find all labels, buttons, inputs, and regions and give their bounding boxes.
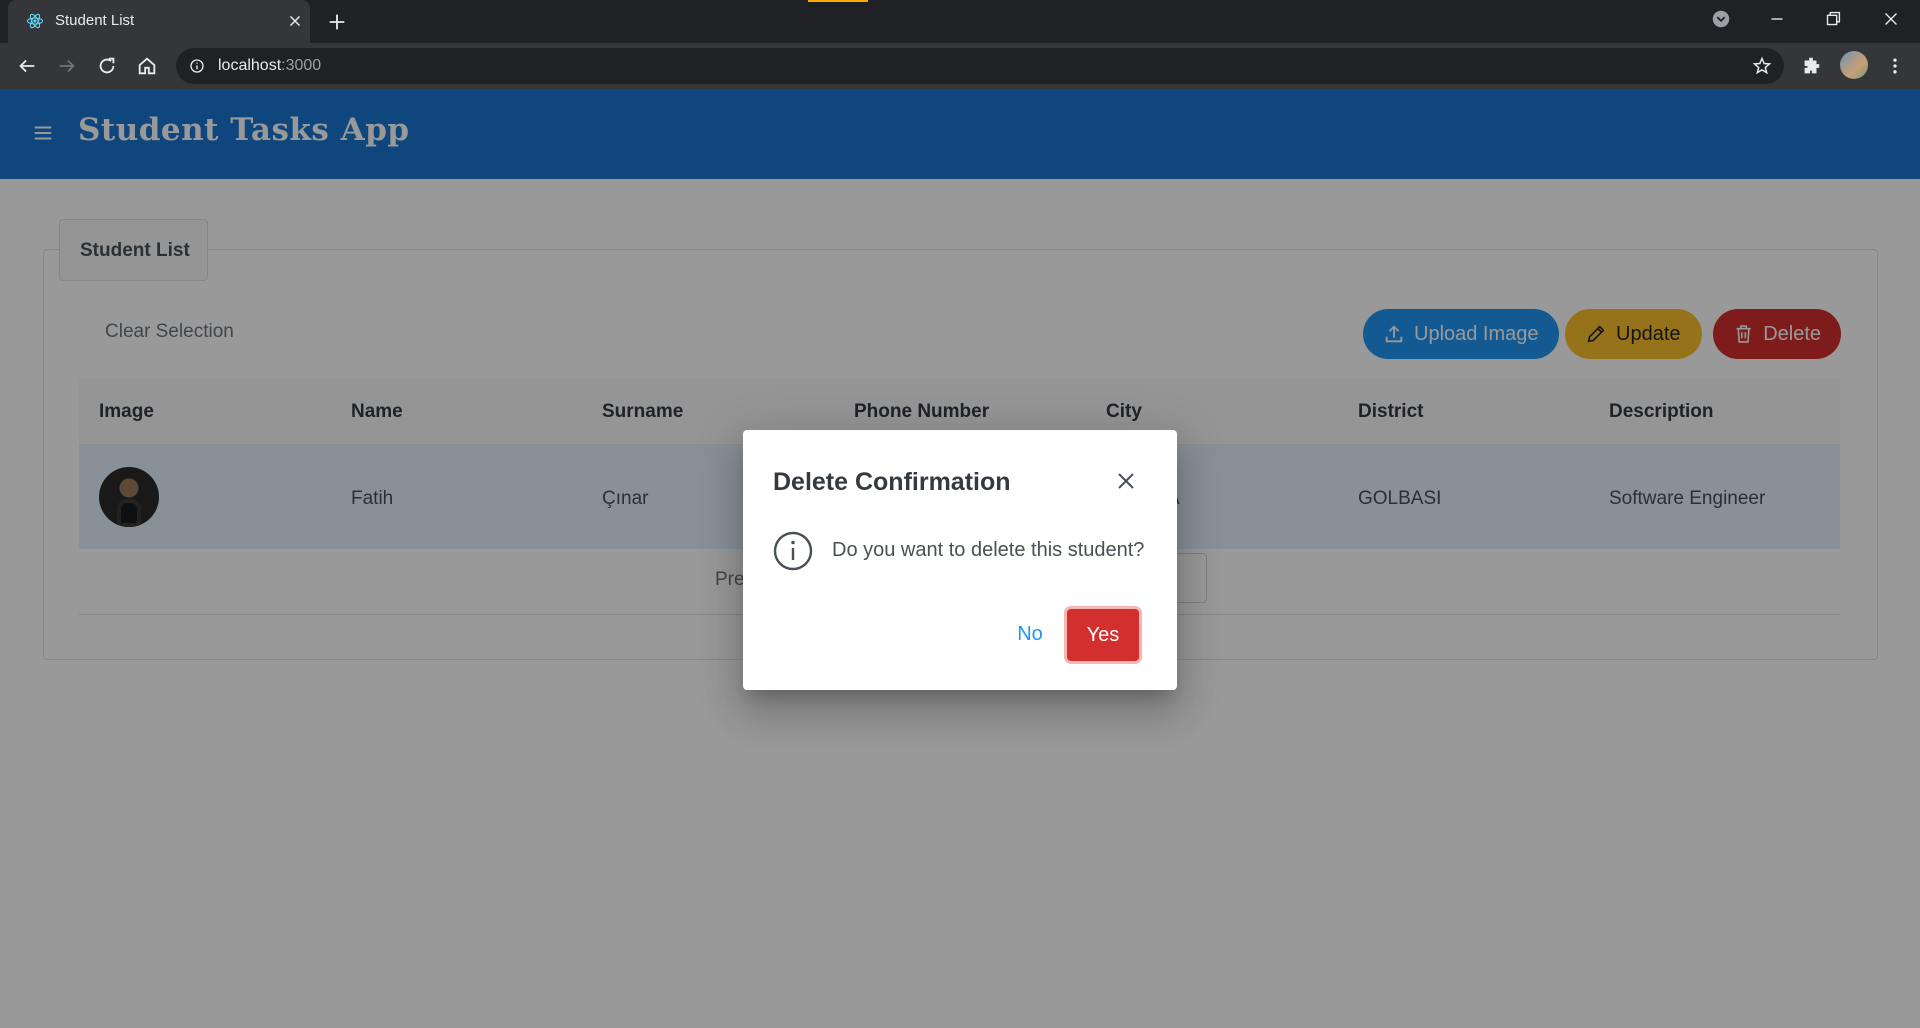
delete-confirmation-dialog: Delete Confirmation Do you want to delet… bbox=[743, 430, 1177, 690]
menu-kebab-icon[interactable] bbox=[1885, 56, 1905, 76]
dialog-close-button[interactable] bbox=[1114, 469, 1138, 493]
url-text: localhost:3000 bbox=[218, 57, 322, 74]
close-icon bbox=[1118, 473, 1134, 489]
bookmark-star-icon[interactable] bbox=[1752, 56, 1772, 76]
address-bar[interactable]: localhost:3000 bbox=[176, 48, 1784, 84]
reload-icon[interactable] bbox=[96, 55, 118, 77]
close-tab-icon[interactable] bbox=[286, 12, 304, 30]
restore-icon[interactable] bbox=[1822, 8, 1844, 30]
confirm-no-button[interactable]: No bbox=[1002, 609, 1058, 659]
home-icon[interactable] bbox=[136, 55, 158, 77]
info-circle-icon bbox=[773, 531, 813, 571]
dialog-title: Delete Confirmation bbox=[773, 468, 1011, 496]
browser-tabbar: Student List bbox=[0, 0, 1920, 43]
dialog-message: Do you want to delete this student? bbox=[832, 539, 1145, 561]
forward-icon[interactable] bbox=[56, 55, 78, 77]
tab-indicator bbox=[808, 0, 868, 2]
close-window-icon[interactable] bbox=[1880, 8, 1902, 30]
browser-tab[interactable]: Student List bbox=[8, 0, 310, 43]
back-icon[interactable] bbox=[16, 55, 38, 77]
browser-toolbar: localhost:3000 bbox=[0, 43, 1920, 89]
minimize-icon[interactable] bbox=[1766, 8, 1788, 30]
react-icon bbox=[26, 13, 44, 29]
confirm-yes-button[interactable]: Yes bbox=[1067, 609, 1139, 661]
tab-title: Student List bbox=[55, 12, 135, 29]
app-viewport: Student Tasks App Student List Clear Sel… bbox=[0, 89, 1920, 1028]
site-info-icon[interactable] bbox=[189, 58, 205, 74]
extensions-icon[interactable] bbox=[1800, 55, 1822, 77]
profile-avatar[interactable] bbox=[1840, 51, 1868, 79]
new-tab-icon[interactable] bbox=[326, 11, 348, 33]
tab-search-icon[interactable] bbox=[1710, 8, 1732, 30]
